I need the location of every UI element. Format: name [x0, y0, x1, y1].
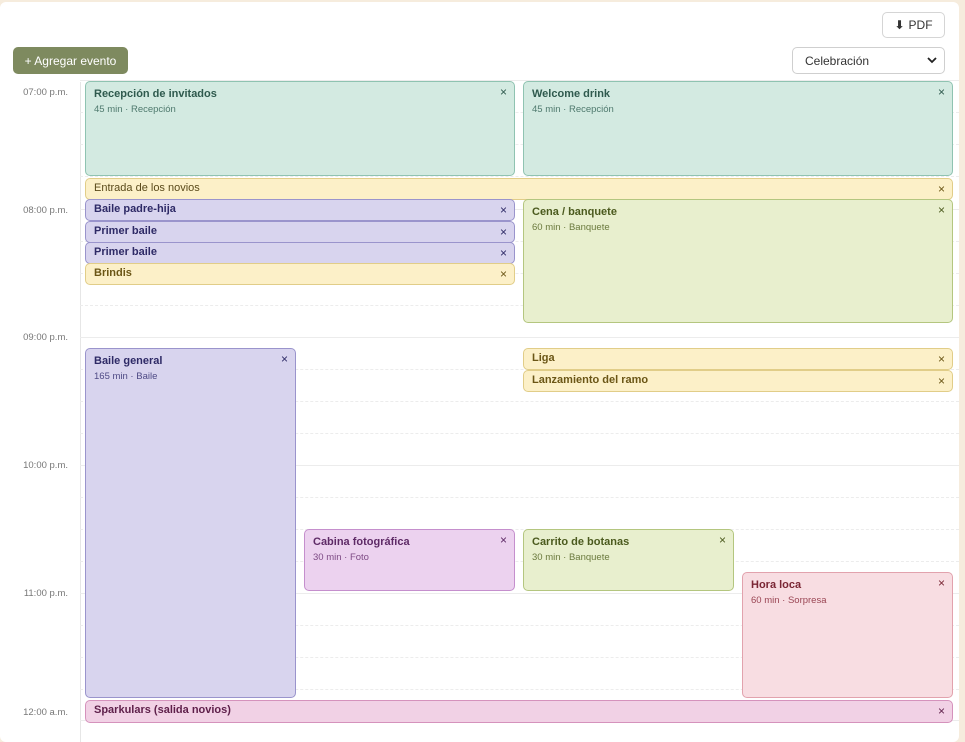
- add-event-button[interactable]: + Agregar evento: [13, 47, 128, 74]
- close-icon[interactable]: ×: [938, 705, 945, 717]
- event-title: Hora loca: [751, 579, 802, 591]
- time-label: 07:00 p.m.: [23, 87, 68, 98]
- pdf-label: PDF: [908, 18, 933, 32]
- event-title: Brindis: [94, 267, 132, 279]
- time-label: 10:00 p.m.: [23, 460, 68, 471]
- close-icon[interactable]: ×: [500, 226, 507, 238]
- event-type-select-value: Celebración: [805, 53, 870, 68]
- event-carrito-botanas[interactable]: Carrito de botanas 30 min · Banquete ×: [523, 529, 734, 591]
- close-icon[interactable]: ×: [281, 353, 288, 365]
- close-icon[interactable]: ×: [938, 353, 945, 365]
- event-baile-general[interactable]: Baile general 165 min · Baile ×: [85, 348, 296, 698]
- timeline-axis: [80, 82, 81, 742]
- event-recepcion-invitados[interactable]: Recepción de invitados 45 min · Recepció…: [85, 81, 515, 176]
- event-baile-padre-hija[interactable]: Baile padre-hija ×: [85, 199, 515, 221]
- event-meta: 30 min · Banquete: [532, 552, 610, 563]
- event-cabina-fotografica[interactable]: Cabina fotográfica 30 min · Foto ×: [304, 529, 515, 591]
- event-meta: 60 min · Banquete: [532, 222, 610, 233]
- close-icon[interactable]: ×: [500, 268, 507, 280]
- close-icon[interactable]: ×: [500, 534, 507, 546]
- event-liga[interactable]: Liga ×: [523, 348, 953, 370]
- event-welcome-drink[interactable]: Welcome drink 45 min · Recepción ×: [523, 81, 953, 176]
- event-title: Recepción de invitados: [94, 88, 217, 100]
- event-meta: 30 min · Foto: [313, 552, 369, 563]
- time-label: 08:00 p.m.: [23, 205, 68, 216]
- event-title: Baile padre-hija: [94, 203, 176, 215]
- event-cena-banquete[interactable]: Cena / banquete 60 min · Banquete ×: [523, 199, 953, 323]
- calendar-card: ⬇ PDF + Agregar evento Celebración 07:00…: [0, 2, 959, 742]
- event-title: Sparkulars (salida novios): [94, 704, 231, 716]
- event-brindis[interactable]: Brindis ×: [85, 263, 515, 285]
- event-type-select[interactable]: Celebración: [792, 47, 945, 74]
- event-lanzamiento-ramo[interactable]: Lanzamiento del ramo ×: [523, 370, 953, 392]
- event-title: Cena / banquete: [532, 206, 617, 218]
- pdf-download-button[interactable]: ⬇ PDF: [882, 12, 945, 38]
- event-meta: 165 min · Baile: [94, 371, 158, 382]
- close-icon[interactable]: ×: [500, 86, 507, 98]
- event-title: Baile general: [94, 355, 163, 367]
- close-icon[interactable]: ×: [500, 247, 507, 259]
- close-icon[interactable]: ×: [938, 375, 945, 387]
- event-title: Entrada de los novios: [94, 182, 200, 194]
- time-label: 09:00 p.m.: [23, 332, 68, 343]
- close-icon[interactable]: ×: [938, 86, 945, 98]
- event-meta: 60 min · Sorpresa: [751, 595, 827, 606]
- event-title: Primer baile: [94, 225, 157, 237]
- download-icon: ⬇: [894, 18, 905, 32]
- grid-line: [80, 337, 959, 338]
- close-icon[interactable]: ×: [938, 204, 945, 216]
- close-icon[interactable]: ×: [500, 204, 507, 216]
- event-primer-baile[interactable]: Primer baile ×: [85, 221, 515, 243]
- event-title: Primer baile: [94, 246, 157, 258]
- event-meta: 45 min · Recepción: [532, 104, 614, 115]
- close-icon[interactable]: ×: [938, 183, 945, 195]
- chevron-down-icon: [927, 57, 937, 64]
- event-title: Welcome drink: [532, 88, 611, 100]
- time-label: 12:00 a.m.: [23, 707, 68, 718]
- time-label: 11:00 p.m.: [23, 588, 68, 599]
- grid-line: [80, 176, 959, 177]
- close-icon[interactable]: ×: [719, 534, 726, 546]
- event-title: Liga: [532, 352, 555, 364]
- event-sparkulars[interactable]: Sparkulars (salida novios) ×: [85, 700, 953, 723]
- event-title: Cabina fotográfica: [313, 536, 410, 548]
- event-entrada-novios[interactable]: Entrada de los novios ×: [85, 178, 953, 200]
- close-icon[interactable]: ×: [938, 577, 945, 589]
- event-meta: 45 min · Recepción: [94, 104, 176, 115]
- event-primer-baile[interactable]: Primer baile ×: [85, 242, 515, 264]
- event-hora-loca[interactable]: Hora loca 60 min · Sorpresa ×: [742, 572, 953, 698]
- event-title: Carrito de botanas: [532, 536, 630, 548]
- event-title: Lanzamiento del ramo: [532, 374, 649, 386]
